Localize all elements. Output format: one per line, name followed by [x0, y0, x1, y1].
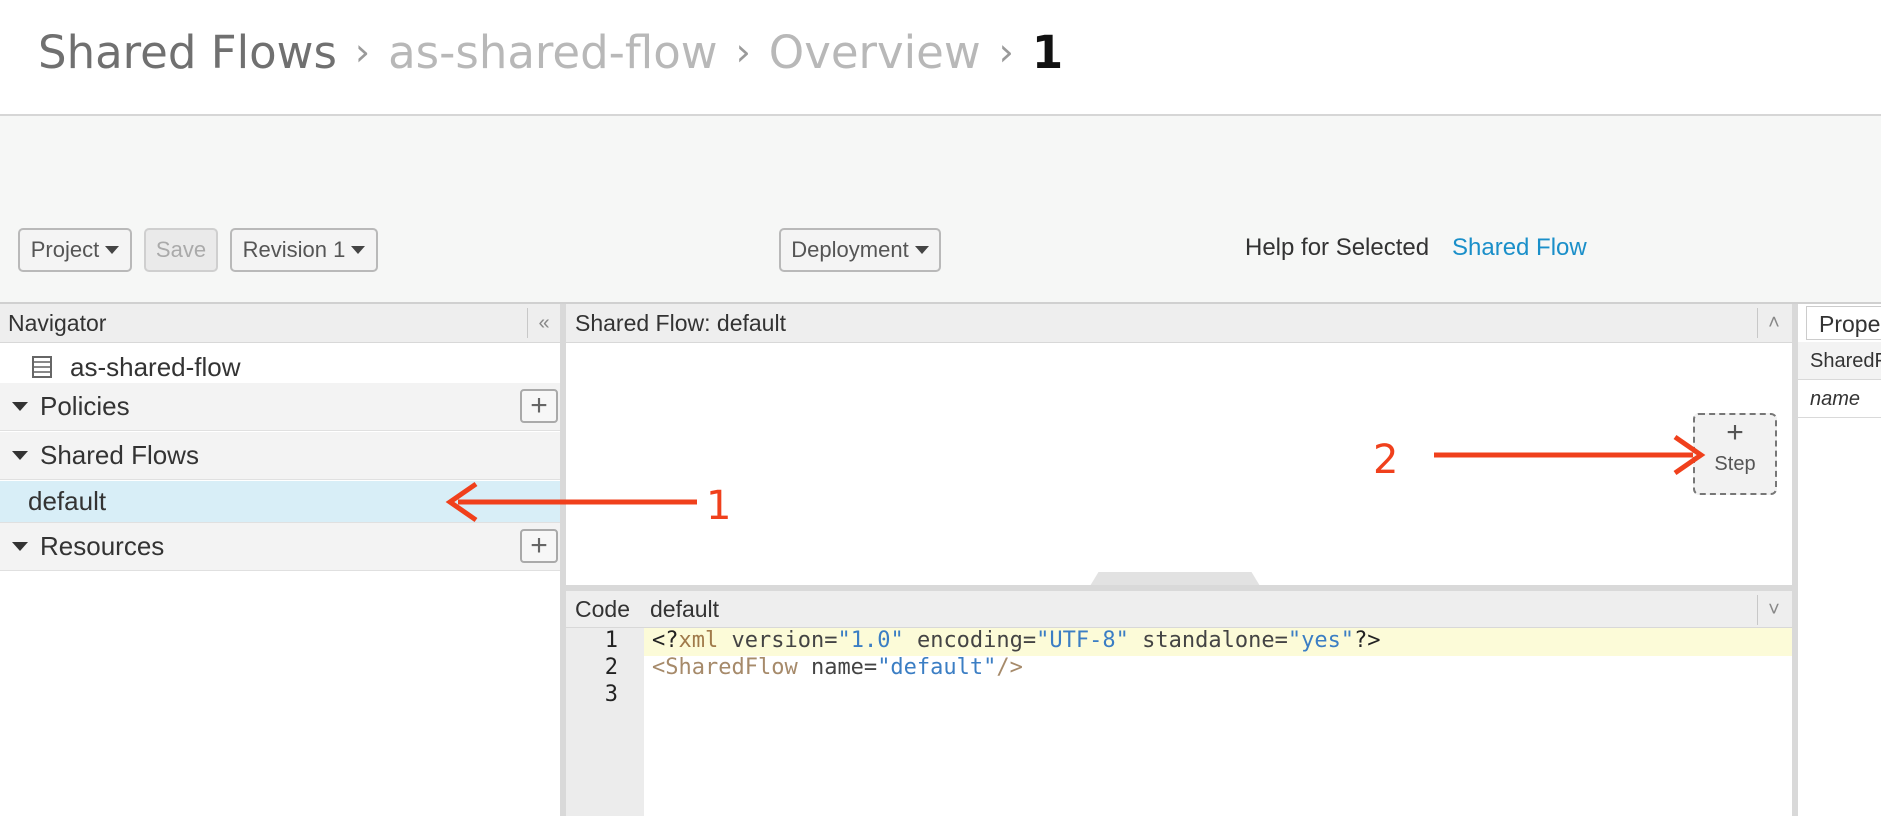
annotation-number-2: 2 — [1373, 437, 1399, 483]
annotation-number-1: 1 — [706, 483, 732, 529]
arrow-icon — [445, 481, 697, 523]
annotation-overlay — [445, 434, 1706, 523]
arrow-icon — [1434, 434, 1706, 476]
